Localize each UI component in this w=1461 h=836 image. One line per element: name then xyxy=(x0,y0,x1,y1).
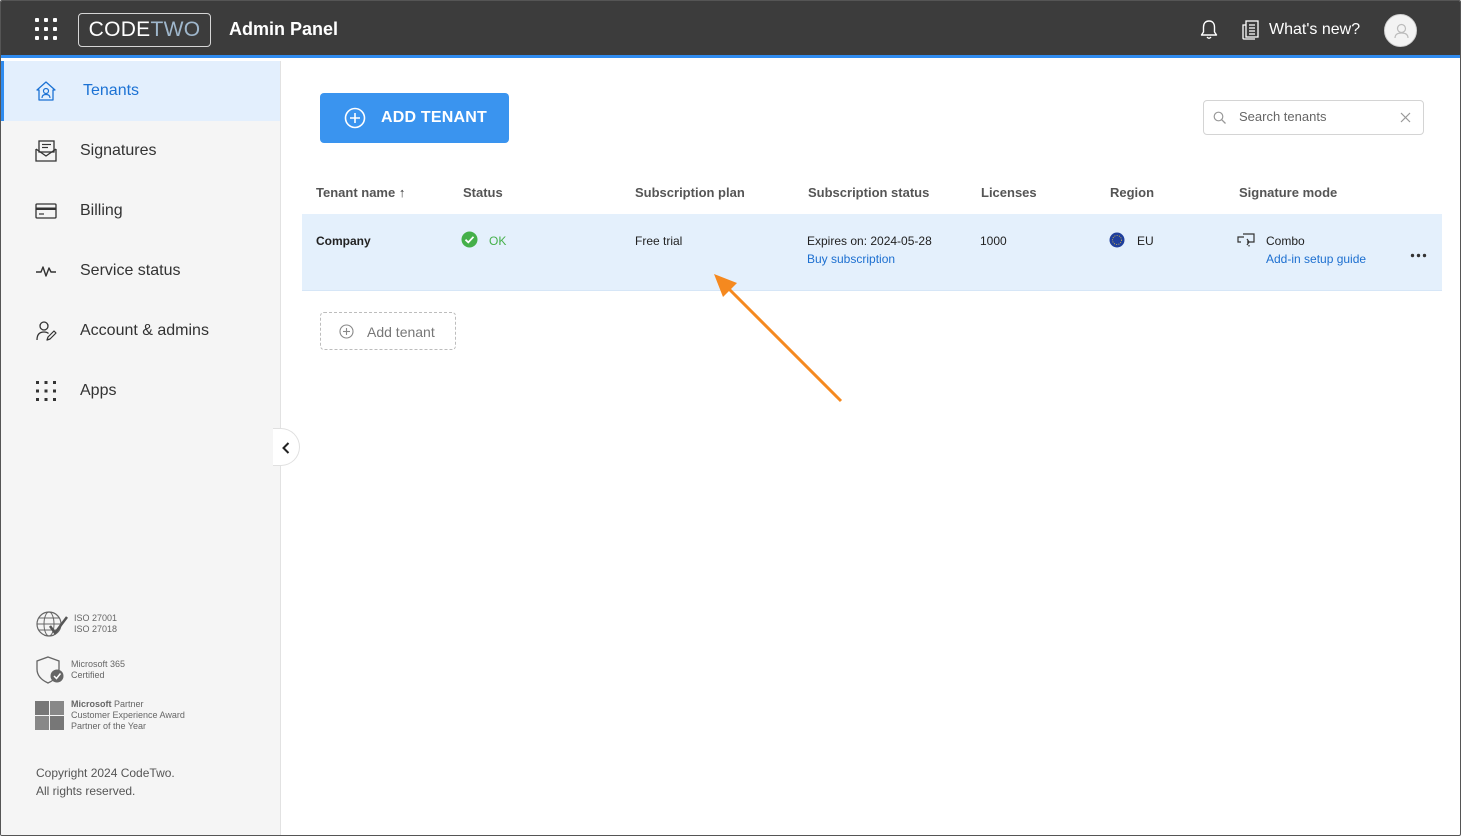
tenant-name[interactable]: Company xyxy=(316,234,371,248)
sidebar-item-label: Tenants xyxy=(83,82,140,99)
cert-text: Customer Experience Award xyxy=(71,710,185,720)
signature-mode-text: Combo xyxy=(1266,234,1305,248)
sort-ascending-icon: ↑ xyxy=(398,185,406,200)
sidebar-item-account-admins[interactable]: Account & admins xyxy=(1,301,280,361)
cert-text: Partner xyxy=(114,699,144,709)
copyright-line: All rights reserved. xyxy=(36,784,136,798)
search-icon xyxy=(1213,111,1226,124)
combo-mode-icon xyxy=(1237,233,1255,247)
app-title: Admin Panel xyxy=(229,19,339,39)
status-ok-icon xyxy=(461,231,478,248)
sidebar-item-label: Apps xyxy=(80,382,117,399)
pulse-icon xyxy=(36,266,56,277)
user-avatar[interactable] xyxy=(1384,14,1417,47)
table-row[interactable]: Company OK Free trial Expires on: 2024-0… xyxy=(302,214,1442,291)
add-tenant-inline-button[interactable]: Add tenant xyxy=(320,312,456,350)
sidebar-item-service-status[interactable]: Service status xyxy=(1,241,280,301)
signature-envelope-icon xyxy=(35,140,57,162)
app-window: CODETWO Admin Panel What's new? Tenants … xyxy=(0,0,1461,836)
microsoft-logo-icon xyxy=(35,701,64,730)
add-tenant-button-label: ADD TENANT xyxy=(381,109,487,126)
sidebar-item-label: Service status xyxy=(80,262,181,279)
status-text: OK xyxy=(489,234,507,248)
copyright-line: Copyright 2024 CodeTwo. xyxy=(36,766,175,780)
region-text: EU xyxy=(1137,234,1154,248)
top-bar: CODETWO Admin Panel What's new? xyxy=(1,1,1460,58)
eu-flag-icon xyxy=(1109,232,1125,248)
whats-new-link[interactable]: What's new? xyxy=(1269,21,1360,39)
cert-text: ISO 27001 xyxy=(74,613,118,623)
search-tenants xyxy=(1203,100,1424,135)
licenses-count: 1000 xyxy=(980,234,1007,248)
shield-check-icon xyxy=(36,656,64,684)
sidebar-item-label: Billing xyxy=(80,202,123,219)
collapse-sidebar-button[interactable] xyxy=(273,428,300,466)
sidebar-item-signatures[interactable]: Signatures xyxy=(1,121,280,181)
codetwo-logo[interactable]: CODETWO xyxy=(78,13,211,47)
user-edit-icon xyxy=(36,321,57,341)
house-person-icon xyxy=(36,81,56,101)
sidebar: Tenants Signatures Billing Service statu… xyxy=(1,61,281,835)
cert-text: Partner of the Year xyxy=(71,721,147,731)
notifications-bell-icon[interactable] xyxy=(1199,19,1219,41)
buy-subscription-link[interactable]: Buy subscription xyxy=(807,252,895,266)
column-header-status[interactable]: Status xyxy=(463,185,503,200)
column-header-tenant-name[interactable]: Tenant name ↑ xyxy=(316,185,405,200)
chevron-left-icon xyxy=(282,442,290,454)
clear-icon[interactable] xyxy=(1400,112,1411,123)
column-header-licenses[interactable]: Licenses xyxy=(981,185,1037,200)
sidebar-item-tenants[interactable]: Tenants xyxy=(1,61,280,121)
sidebar-item-billing[interactable]: Billing xyxy=(1,181,280,241)
column-header-subscription-plan[interactable]: Subscription plan xyxy=(635,185,745,200)
subscription-expiry: Expires on: 2024-05-28 xyxy=(807,234,932,248)
sidebar-item-apps[interactable]: Apps xyxy=(1,361,280,421)
add-tenant-button[interactable]: ADD TENANT xyxy=(320,93,509,143)
plus-circle-icon xyxy=(339,324,354,339)
cert-text: Certified xyxy=(71,670,105,680)
add-tenant-inline-label: Add tenant xyxy=(367,324,435,340)
search-input[interactable] xyxy=(1239,109,1389,124)
news-icon[interactable] xyxy=(1241,19,1261,41)
column-header-label: Tenant name xyxy=(316,185,396,200)
plus-circle-icon xyxy=(344,107,366,129)
more-options-icon[interactable] xyxy=(1410,253,1428,258)
credit-card-icon xyxy=(35,203,57,219)
cert-text: Microsoft xyxy=(71,699,112,709)
column-header-region[interactable]: Region xyxy=(1110,185,1154,200)
subscription-plan: Free trial xyxy=(635,234,683,248)
copyright: Copyright 2024 CodeTwo. All rights reser… xyxy=(36,764,175,800)
column-header-signature-mode[interactable]: Signature mode xyxy=(1239,185,1337,200)
user-icon xyxy=(1394,23,1409,39)
cert-text: ISO 27018 xyxy=(74,624,118,634)
globe-check-icon xyxy=(36,611,68,637)
column-header-subscription-status[interactable]: Subscription status xyxy=(808,185,929,200)
cert-text: Microsoft 365 xyxy=(71,659,126,669)
sidebar-item-label: Signatures xyxy=(80,142,157,159)
sidebar-item-label: Account & admins xyxy=(80,322,209,339)
addin-setup-guide-link[interactable]: Add-in setup guide xyxy=(1266,252,1366,266)
app-launcher-icon[interactable] xyxy=(35,18,57,40)
apps-grid-icon xyxy=(36,381,56,401)
